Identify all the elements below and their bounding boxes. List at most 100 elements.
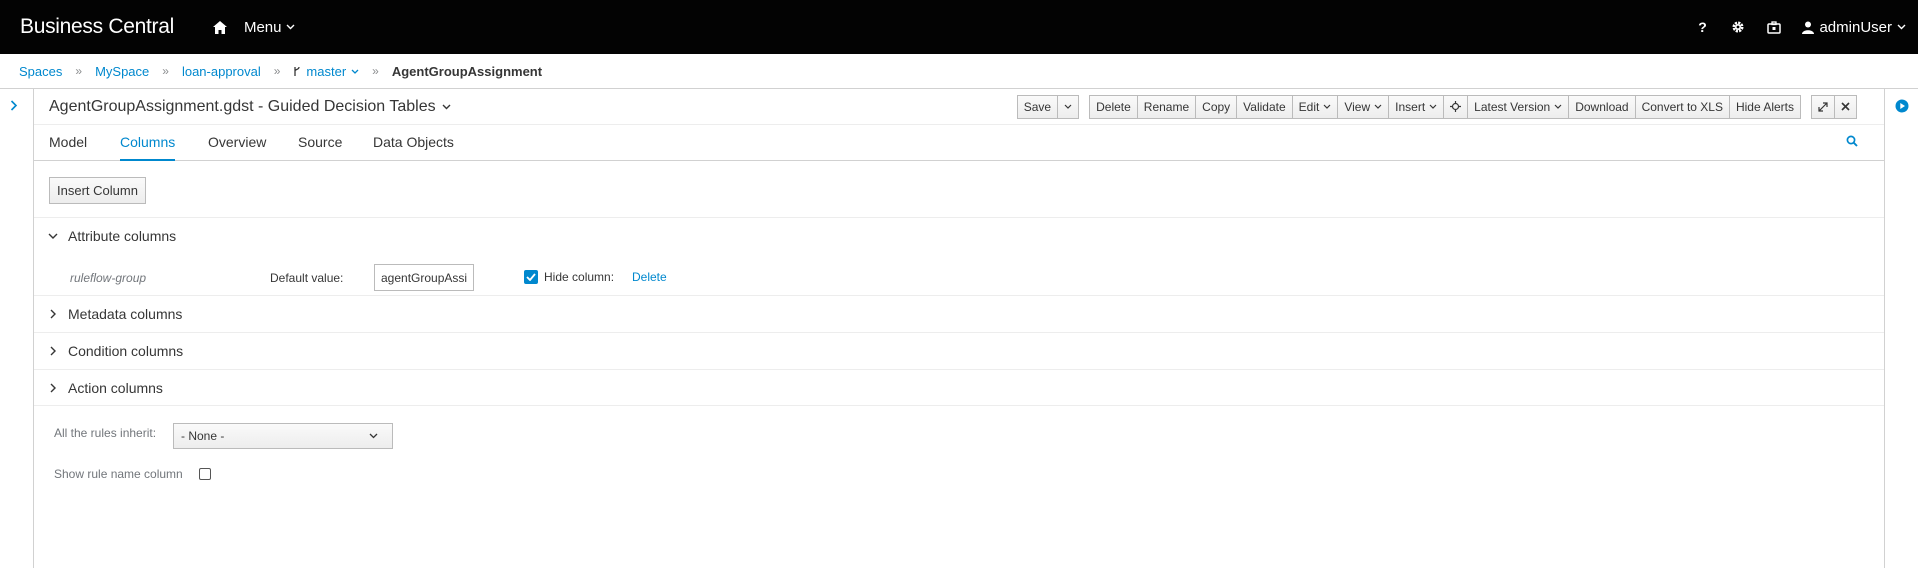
hide-alerts-button[interactable]: Hide Alerts xyxy=(1729,94,1801,119)
user-name: adminUser xyxy=(1819,18,1892,36)
home-icon[interactable] xyxy=(212,19,228,35)
tab-overview[interactable]: Overview xyxy=(208,125,266,161)
apps-briefcase-icon[interactable] xyxy=(1756,0,1792,54)
crosshairs-button[interactable] xyxy=(1444,94,1469,119)
insert-column-button[interactable]: Insert Column xyxy=(49,177,146,204)
attribute-name: ruleflow-group xyxy=(70,271,147,285)
chevron-down-icon xyxy=(351,69,359,74)
show-rule-name-checkbox[interactable] xyxy=(199,468,211,480)
section-label: Metadata columns xyxy=(68,306,183,322)
user-icon xyxy=(1802,21,1815,34)
window-controls xyxy=(1811,94,1857,119)
insert-menu-button[interactable]: Insert xyxy=(1389,94,1445,119)
save-button[interactable]: Save xyxy=(1016,94,1059,119)
editor-title-text: AgentGroupAssignment.gdst - Guided Decis… xyxy=(49,97,436,115)
breadcrumb-separator: » xyxy=(372,64,379,78)
left-panel-rail xyxy=(0,89,34,568)
chevron-down-icon xyxy=(1323,104,1331,109)
search-icon[interactable] xyxy=(1846,135,1858,150)
expand-icon xyxy=(1818,101,1828,112)
gear-icon[interactable] xyxy=(1720,0,1756,54)
menu-dropdown[interactable]: Menu xyxy=(244,19,296,36)
latest-version-button[interactable]: Latest Version xyxy=(1468,94,1570,119)
editor-tabs: Model Columns Overview Source Data Objec… xyxy=(34,125,1884,161)
breadcrumb-separator: » xyxy=(162,64,169,78)
breadcrumb-current: AgentGroupAssignment xyxy=(391,63,543,79)
chevron-down-icon xyxy=(1374,104,1382,109)
breadcrumb-separator: » xyxy=(273,64,281,78)
close-button[interactable] xyxy=(1835,94,1857,119)
copy-button[interactable]: Copy xyxy=(1196,94,1238,119)
editor-header: AgentGroupAssignment.gdst - Guided Decis… xyxy=(34,89,1884,125)
tab-model[interactable]: Model xyxy=(49,125,87,161)
close-icon xyxy=(1841,102,1850,111)
chevron-down-icon xyxy=(48,231,58,241)
chevron-right-icon xyxy=(48,346,58,356)
tab-columns[interactable]: Columns xyxy=(120,125,176,161)
breadcrumb-space[interactable]: MySpace xyxy=(95,64,149,79)
breadcrumb-spaces[interactable]: Spaces xyxy=(19,64,62,79)
action-columns-section[interactable]: Action columns xyxy=(34,369,1884,406)
actions-group: Delete Rename Copy Validate Edit View In… xyxy=(1089,94,1801,119)
play-circle-icon[interactable] xyxy=(1895,99,1909,116)
view-menu-button[interactable]: View xyxy=(1338,94,1390,119)
chevron-down-icon xyxy=(286,24,295,30)
branch-icon xyxy=(294,66,301,76)
download-button[interactable]: Download xyxy=(1569,94,1636,119)
crosshairs-icon xyxy=(1450,101,1462,112)
tab-data-objects[interactable]: Data Objects xyxy=(373,125,454,161)
breadcrumb-project[interactable]: loan-approval xyxy=(182,64,261,79)
editor-title[interactable]: AgentGroupAssignment.gdst - Guided Decis… xyxy=(49,98,451,116)
validate-button[interactable]: Validate xyxy=(1237,94,1293,119)
branch-selector[interactable]: master xyxy=(293,64,359,79)
chevron-right-icon xyxy=(48,309,58,319)
save-options-button[interactable] xyxy=(1058,94,1080,119)
section-label: Action columns xyxy=(68,379,163,396)
breadcrumb-separator: » xyxy=(75,64,83,78)
expand-panel-icon[interactable] xyxy=(10,99,18,114)
inherit-selected-value: - None - xyxy=(181,429,225,443)
navbar-utilities: ? adminUser xyxy=(1684,0,1918,54)
chevron-down-icon xyxy=(442,104,451,109)
delete-attribute-link[interactable]: Delete xyxy=(632,270,667,284)
delete-button[interactable]: Delete xyxy=(1089,94,1138,119)
default-value-input[interactable] xyxy=(374,264,474,291)
tab-source[interactable]: Source xyxy=(298,125,342,161)
hide-column-label: Hide column: xyxy=(544,270,615,284)
hide-column-checkbox[interactable] xyxy=(524,270,538,284)
breadcrumb: Spaces » MySpace » loan-approval » maste… xyxy=(0,54,1918,89)
chevron-down-icon xyxy=(369,433,378,439)
inherit-label: All the rules inherit: xyxy=(54,426,157,440)
menu-label: Menu xyxy=(243,18,282,36)
latest-version-label: Latest Version xyxy=(1474,99,1551,114)
metadata-columns-section[interactable]: Metadata columns xyxy=(34,295,1884,332)
chevron-down-icon xyxy=(1897,24,1906,30)
insert-label: Insert xyxy=(1395,99,1426,114)
brand-logo[interactable]: Business Central xyxy=(20,15,174,39)
section-label: Condition columns xyxy=(68,343,184,359)
edit-label: Edit xyxy=(1298,99,1320,114)
chevron-down-icon xyxy=(1064,104,1072,109)
chevron-right-icon xyxy=(48,383,58,393)
attribute-columns-section[interactable]: Attribute columns xyxy=(34,217,1884,254)
chevron-down-icon xyxy=(1429,104,1437,109)
condition-columns-section[interactable]: Condition columns xyxy=(34,332,1884,369)
section-label: Attribute columns xyxy=(68,228,177,244)
editor-toolbar: Save Delete Rename Copy Validate Edit Vi… xyxy=(1016,94,1857,119)
check-icon xyxy=(526,273,536,281)
help-icon[interactable]: ? xyxy=(1684,0,1720,54)
maximize-button[interactable] xyxy=(1811,94,1835,119)
user-menu[interactable]: adminUser xyxy=(1802,19,1906,36)
chevron-down-icon xyxy=(1554,104,1562,109)
convert-to-xls-button[interactable]: Convert to XLS xyxy=(1635,94,1730,119)
show-rule-name-label: Show rule name column xyxy=(54,467,183,481)
default-value-label: Default value: xyxy=(270,271,344,285)
view-label: View xyxy=(1344,99,1371,114)
right-panel-rail xyxy=(1884,89,1918,568)
top-navbar: Business Central Menu ? adminUser xyxy=(0,0,1918,54)
edit-menu-button[interactable]: Edit xyxy=(1292,94,1339,119)
save-group: Save xyxy=(1016,94,1080,119)
branch-name: master xyxy=(306,63,347,79)
inherit-select[interactable]: - None - xyxy=(173,423,393,449)
rename-button[interactable]: Rename xyxy=(1137,94,1197,119)
